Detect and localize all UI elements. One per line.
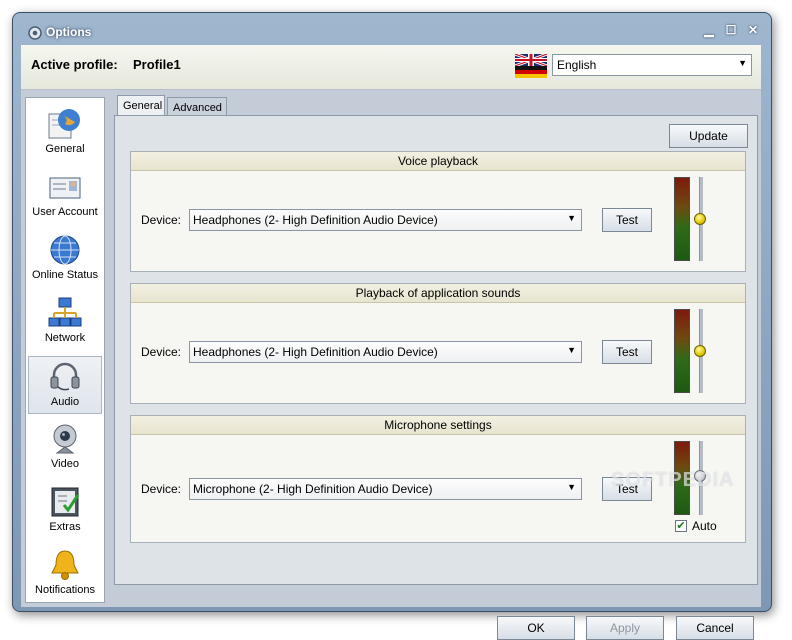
checklist-icon [51, 487, 80, 517]
group-title: Microphone settings [131, 416, 745, 435]
chevron-down-icon: ▼ [738, 58, 747, 68]
app-sounds-group: Playback of application sounds Device: H… [130, 283, 746, 404]
device-label: Device: [141, 482, 182, 496]
sidebar-item-label: Notifications [35, 584, 95, 596]
group-title: Voice playback [131, 152, 745, 171]
webcam-icon [53, 424, 77, 454]
profile-header: Active profile: Profile1 English ▼ [21, 45, 761, 90]
language-value: English [557, 58, 597, 72]
options-window: Options ▁ ☐ ✕ Active profile: Profile1 E… [12, 12, 772, 640]
device-label: Device: [141, 345, 182, 359]
id-card-icon [49, 177, 81, 199]
chevron-down-icon: ▼ [567, 213, 576, 223]
softpedia-watermark: SOFTPEDIA [611, 469, 735, 491]
close-button[interactable]: ✕ [747, 23, 759, 37]
sidebar-item-video[interactable]: Video [28, 419, 102, 477]
bell-icon [51, 550, 79, 580]
voice-device-value: Headphones (2- High Definition Audio Dev… [193, 213, 438, 227]
sidebar-item-user-account[interactable]: User Account [28, 167, 102, 225]
sidebar-item-audio[interactable]: Audio [28, 356, 102, 414]
tab-general[interactable]: General [117, 95, 165, 117]
network-icon [48, 297, 82, 327]
sidebar-item-label: Extras [49, 521, 81, 533]
sidebar-item-extras[interactable]: Extras [28, 482, 102, 540]
app-sounds-level-meter [674, 309, 690, 393]
sidebar-item-label: General [45, 143, 85, 155]
sidebar-item-label: Network [44, 332, 86, 344]
app-sounds-volume-slider[interactable] [694, 345, 706, 357]
sidebar-item-notifications[interactable]: Notifications [28, 545, 102, 603]
app-sounds-test-button[interactable]: Test [602, 340, 652, 364]
auto-label: Auto [692, 519, 717, 533]
gear-icon [28, 26, 42, 40]
category-sidebar: General User Account Online Status Netwo… [25, 97, 105, 603]
app-sounds-device-value: Headphones (2- High Definition Audio Dev… [193, 345, 438, 359]
sidebar-item-label: User Account [32, 206, 98, 218]
update-button[interactable]: Update [669, 124, 748, 148]
auto-checkbox[interactable]: ✔ [675, 520, 687, 532]
microphone-device-select[interactable]: Microphone (2- High Definition Audio Dev… [189, 478, 582, 500]
apply-button[interactable]: Apply [586, 616, 664, 640]
window-controls: ▁ ☐ ✕ [703, 23, 759, 37]
device-label: Device: [141, 213, 182, 227]
group-title: Playback of application sounds [131, 284, 745, 303]
globe-icon [50, 235, 80, 265]
cancel-button[interactable]: Cancel [676, 616, 754, 640]
active-profile-value: Profile1 [133, 57, 181, 72]
voice-test-button[interactable]: Test [602, 208, 652, 232]
microphone-device-value: Microphone (2- High Definition Audio Dev… [193, 482, 433, 496]
maximize-button[interactable]: ☐ [725, 23, 737, 37]
active-profile-label: Active profile: [31, 57, 118, 72]
voice-playback-group: Voice playback Device: Headphones (2- Hi… [130, 151, 746, 272]
sidebar-item-label: Video [51, 458, 79, 470]
sidebar-item-general[interactable]: General [28, 104, 102, 162]
chevron-down-icon: ▼ [567, 345, 576, 355]
ok-button[interactable]: OK [497, 616, 575, 640]
app-sounds-device-select[interactable]: Headphones (2- High Definition Audio Dev… [189, 341, 582, 363]
voice-volume-slider[interactable] [694, 213, 706, 225]
audio-settings-panel: Update Voice playback Device: Headphones… [114, 115, 758, 640]
headset-icon [50, 362, 80, 391]
minimize-button[interactable]: ▁ [703, 23, 715, 37]
sidebar-item-online-status[interactable]: Online Status [28, 230, 102, 288]
window-title: Options [46, 25, 92, 39]
voice-device-select[interactable]: Headphones (2- High Definition Audio Dev… [189, 209, 582, 231]
voice-level-meter [674, 177, 690, 261]
microphone-settings-group: Microphone settings Device: Microphone (… [130, 415, 746, 543]
tab-advanced[interactable]: Advanced [167, 97, 227, 117]
sidebar-item-label: Online Status [31, 269, 99, 281]
sidebar-item-network[interactable]: Network [28, 293, 102, 351]
sidebar-item-label: Audio [50, 396, 80, 408]
client-area: Active profile: Profile1 English ▼ Gener… [21, 45, 761, 640]
globe-notepad-icon [48, 109, 80, 139]
chevron-down-icon: ▼ [567, 482, 576, 492]
language-select[interactable]: English ▼ [552, 54, 752, 76]
language-flag-icon [515, 54, 547, 78]
